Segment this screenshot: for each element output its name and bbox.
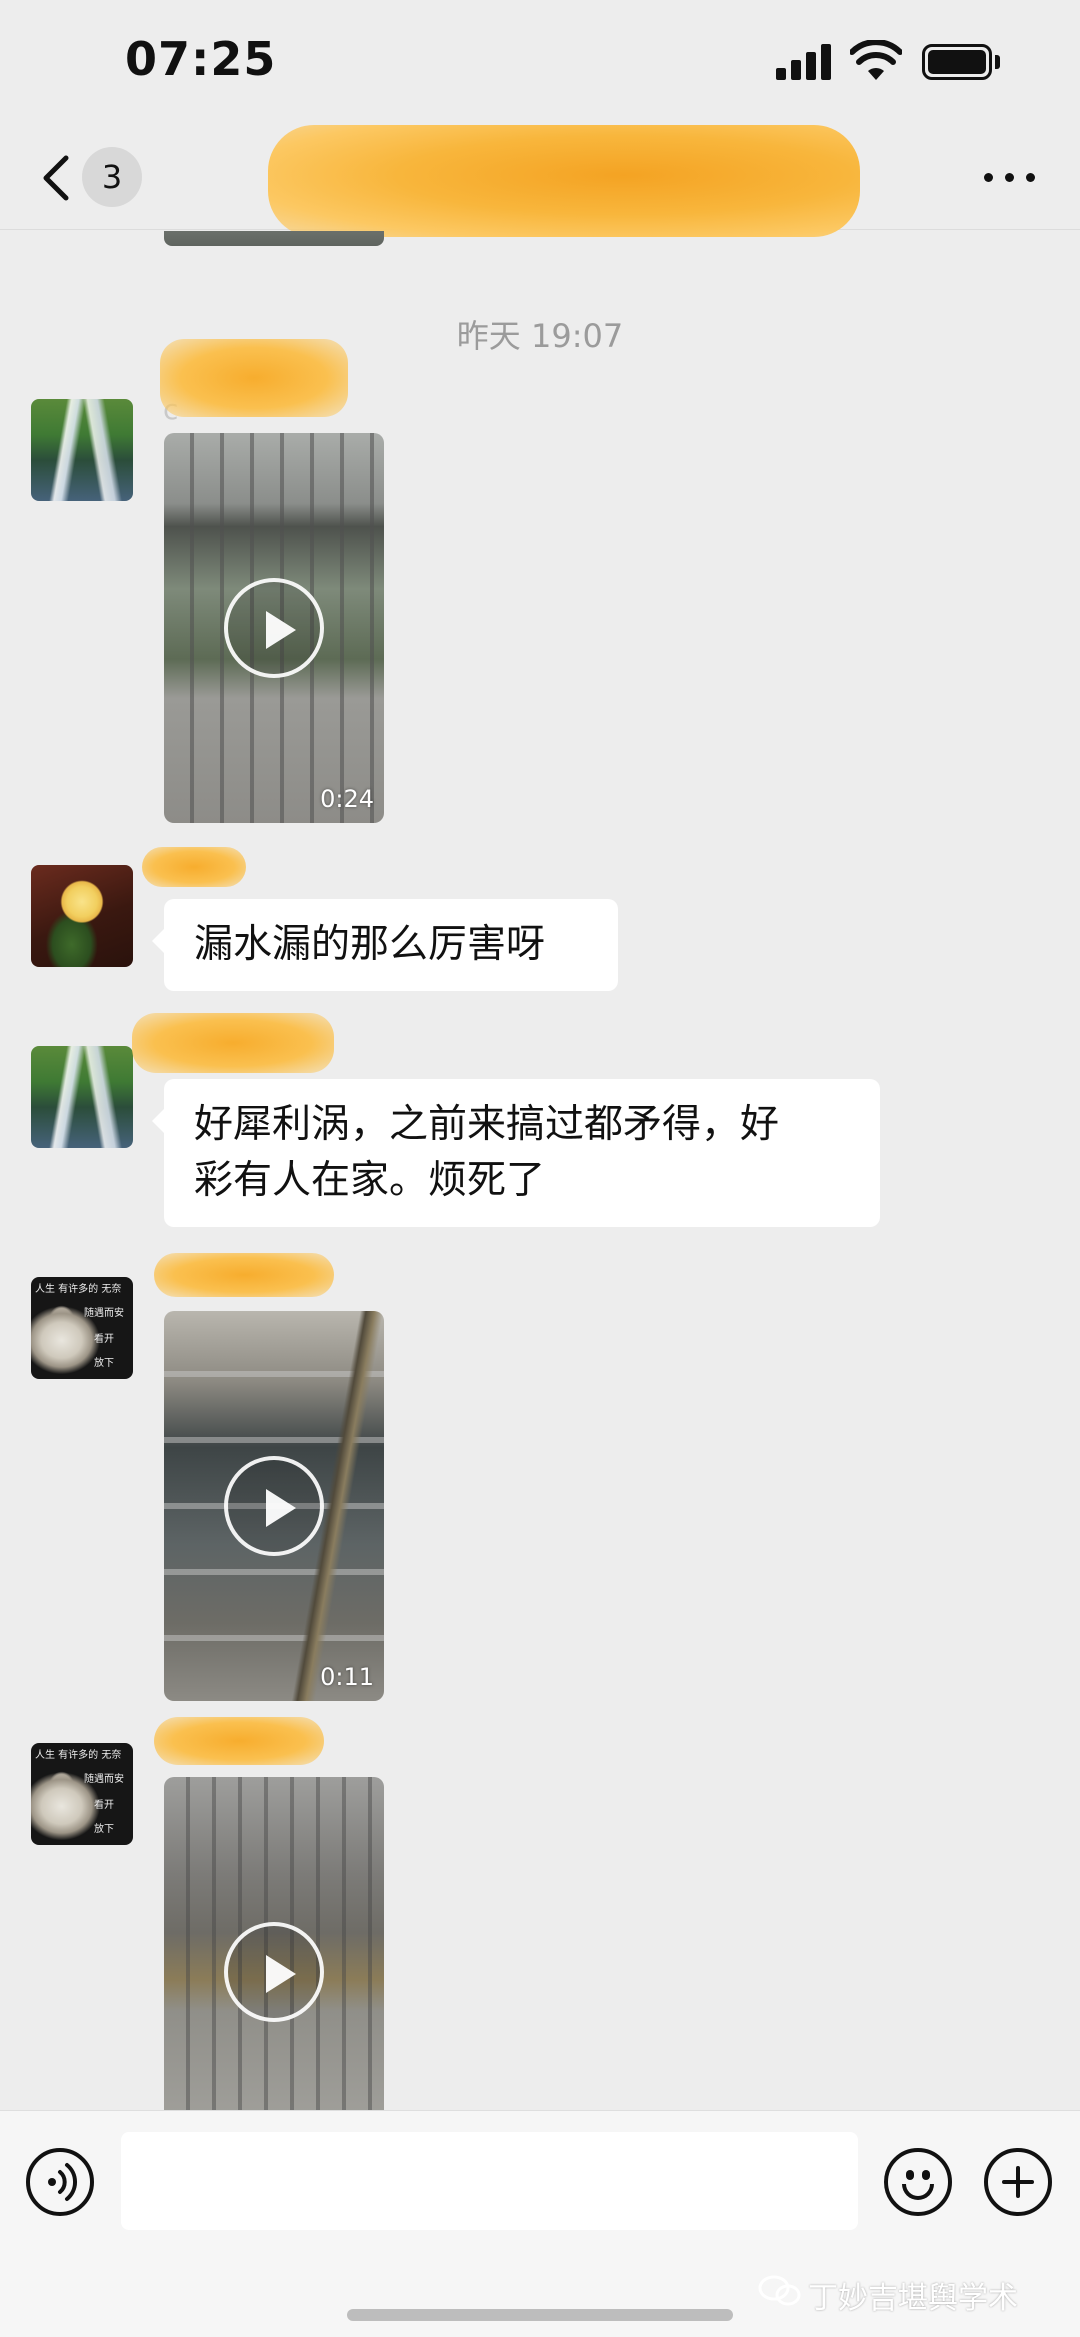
- avatar-caption: 看开: [94, 1334, 114, 1345]
- avatar-caption: 放下: [94, 1358, 114, 1369]
- avatar[interactable]: 人生 有许多的 无奈 随遇而安 看开 放下: [31, 1277, 133, 1379]
- battery-level: [928, 50, 986, 74]
- sender-name-redacted: [154, 1717, 324, 1765]
- input-bar: 丁妙吉堪舆学术: [0, 2110, 1080, 2337]
- chat-title-redacted: [268, 125, 860, 237]
- message-bubble[interactable]: 漏水漏的那么厉害呀: [152, 899, 618, 991]
- home-indicator[interactable]: [347, 2309, 733, 2321]
- message-timestamp: 昨天 19:07: [456, 317, 624, 355]
- cellular-signal-icon: [776, 44, 832, 80]
- video-duration: 0:24: [320, 785, 374, 813]
- message-text-line-2: 彩有人在家。烦死了: [194, 1158, 546, 1203]
- avatar-caption: 放下: [94, 1824, 114, 1835]
- avatar[interactable]: [31, 399, 133, 501]
- avatar[interactable]: [31, 865, 133, 967]
- battery-cap: [995, 55, 1000, 69]
- wifi-icon: [850, 40, 902, 80]
- play-icon[interactable]: [224, 1456, 324, 1556]
- sender-name-redacted: [160, 339, 348, 417]
- sender-name-redacted: [142, 847, 246, 887]
- video-message[interactable]: 0:11: [164, 1311, 384, 1701]
- message-input[interactable]: [121, 2132, 858, 2230]
- plus-icon[interactable]: [984, 2148, 1052, 2216]
- status-bar: 07:25: [0, 0, 1080, 125]
- avatar[interactable]: 人生 有许多的 无奈 随遇而安 看开 放下: [31, 1743, 133, 1845]
- avatar[interactable]: [31, 1046, 133, 1148]
- video-message[interactable]: 0:24: [164, 433, 384, 823]
- voice-icon[interactable]: [26, 2148, 94, 2216]
- message-text: 漏水漏的那么厉害呀: [194, 922, 546, 967]
- emoji-icon[interactable]: [884, 2148, 952, 2216]
- sender-name-redacted: [154, 1253, 334, 1297]
- avatar-caption: 随遇而安: [84, 1308, 124, 1319]
- unread-count-badge[interactable]: 3: [82, 147, 142, 207]
- video-message[interactable]: [164, 1777, 384, 2110]
- avatar-caption: 看开: [94, 1800, 114, 1811]
- battery-icon: [922, 44, 992, 80]
- ellipsis-icon[interactable]: [982, 165, 1038, 189]
- message-list[interactable]: 昨天 19:07 c 0:24 漏水漏的那么厉害呀 好犀利涡，之前来搞过都矛得，…: [0, 231, 1080, 2110]
- watermark: 丁妙吉堪舆学术: [758, 2273, 1018, 2317]
- watermark-text: 丁妙吉堪舆学术: [808, 2281, 1018, 2316]
- play-icon[interactable]: [224, 1922, 324, 2022]
- message-text-line-1: 好犀利涡，之前来搞过都矛得，好: [194, 1102, 780, 1147]
- wechat-icon: [758, 2275, 801, 2306]
- previous-video-thumbnail[interactable]: [164, 231, 384, 246]
- message-bubble[interactable]: 好犀利涡，之前来搞过都矛得，好 彩有人在家。烦死了: [152, 1079, 880, 1227]
- chat-header: 3: [0, 125, 1080, 237]
- chevron-left-icon[interactable]: [30, 148, 90, 208]
- avatar-caption: 人生 有许多的 无奈: [35, 1284, 122, 1295]
- video-duration: 0:11: [320, 1663, 374, 1691]
- play-icon[interactable]: [224, 578, 324, 678]
- avatar-caption: 人生 有许多的 无奈: [35, 1750, 122, 1761]
- status-time: 07:25: [125, 32, 277, 86]
- avatar-caption: 随遇而安: [84, 1774, 124, 1785]
- sender-name-redacted: [132, 1013, 334, 1073]
